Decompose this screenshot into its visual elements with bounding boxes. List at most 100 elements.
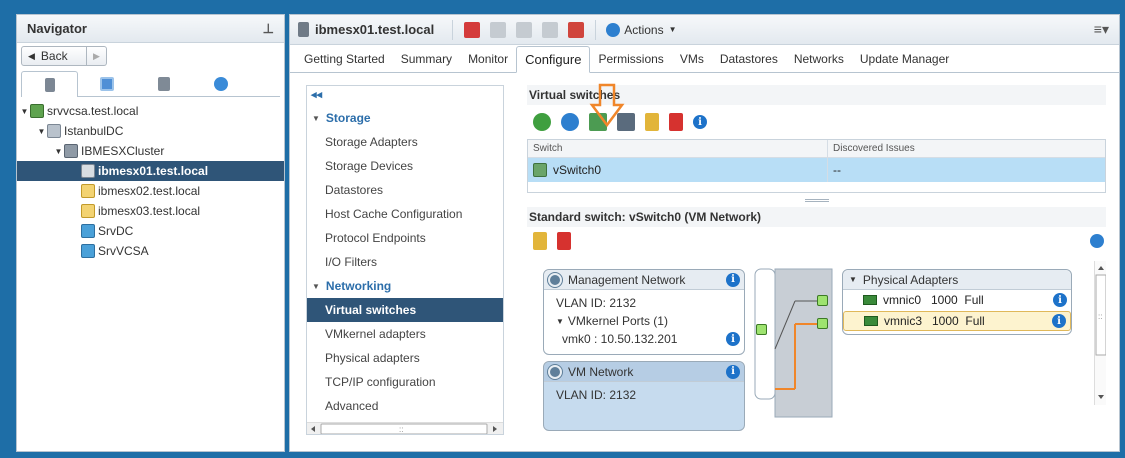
topology-vertical-scrollbar[interactable]: :: — [1094, 261, 1106, 405]
tree-item[interactable]: ibmesx01.test.local — [17, 161, 284, 181]
tree-expand-icon[interactable]: ▼ — [36, 127, 47, 136]
info-icon[interactable]: i — [1052, 314, 1066, 328]
actions-menu[interactable]: Actions ▼ — [606, 22, 677, 37]
pane-splitter[interactable] — [527, 193, 1106, 207]
menu-item-advanced[interactable]: Advanced — [307, 394, 503, 418]
vlan-id: VLAN ID: 2132 — [556, 296, 637, 310]
menu-item-tcp-ip-configuration[interactable]: TCP/IP configuration — [307, 370, 503, 394]
new-vm-icon[interactable] — [464, 21, 481, 38]
remove-x-icon[interactable] — [669, 113, 683, 131]
panel-menu-icon[interactable]: ≡▾ — [1094, 21, 1109, 38]
nic-row-vmnic0[interactable]: vmnic0 1000 Full i — [843, 290, 1071, 310]
tab-networking[interactable] — [192, 71, 249, 96]
tab-hosts-clusters[interactable] — [21, 71, 78, 97]
tab-summary[interactable]: Summary — [393, 46, 460, 72]
tree-item[interactable]: ibmesx02.test.local — [17, 181, 284, 201]
menu-section-storage[interactable]: ▼ Storage — [307, 106, 503, 130]
menu-item-vmkernel-adapters[interactable]: VMkernel adapters — [307, 322, 503, 346]
exit-maintenance-icon[interactable] — [542, 21, 559, 38]
toolbar-separator — [452, 19, 454, 40]
vmkernel-ports-label: VMkernel Ports (1) — [567, 314, 668, 328]
back-button[interactable]: ◀ Back — [21, 46, 87, 66]
pin-icon[interactable]: ⊥ — [263, 21, 274, 37]
tab-vms-templates[interactable] — [78, 71, 135, 96]
menu-item-protocol-endpoints[interactable]: Protocol Endpoints — [307, 226, 503, 250]
info-icon[interactable]: i — [693, 115, 707, 129]
uplink-port — [817, 295, 828, 306]
tree-item-label: ibmesx03.test.local — [98, 204, 201, 218]
edit-pencil-icon[interactable] — [533, 232, 547, 250]
collapse-menu-icon[interactable]: ◂◂ — [307, 86, 503, 106]
menu-section-networking[interactable]: ▼ Networking — [307, 274, 503, 298]
menu-item-virtual-switches[interactable]: Virtual switches — [307, 298, 503, 322]
deploy-ovf-icon[interactable] — [490, 21, 507, 38]
table-header: Switch Discovered Issues — [528, 140, 1105, 158]
table-row[interactable]: vSwitch0 -- — [528, 158, 1105, 182]
back-arrow-icon: ◀ — [28, 50, 35, 61]
settings-menu-horizontal-scrollbar[interactable]: :: — [307, 422, 503, 434]
tree-item[interactable]: SrvVCSA — [17, 241, 284, 261]
chevron-down-icon: ▼ — [312, 113, 320, 123]
column-header-issues[interactable]: Discovered Issues — [828, 140, 1105, 157]
remove-x-icon[interactable] — [557, 232, 571, 250]
tree-item[interactable]: ▼ srvvcsa.test.local — [17, 101, 284, 121]
tab-storage[interactable] — [135, 71, 192, 96]
menu-item-i-o-filters[interactable]: I/O Filters — [307, 250, 503, 274]
tab-update-manager[interactable]: Update Manager — [852, 46, 957, 72]
tree-expand-icon[interactable]: ▼ — [19, 107, 30, 116]
reboot-host-icon[interactable] — [568, 21, 585, 38]
switch-name: vSwitch0 — [553, 163, 602, 177]
tab-networks[interactable]: Networks — [786, 46, 852, 72]
tree-item-label: IstanbulDC — [64, 124, 124, 138]
info-icon[interactable]: i — [726, 364, 740, 379]
add-networking-icon[interactable] — [533, 113, 551, 131]
collapse-icon: ▼ — [849, 275, 857, 284]
storage-icon — [157, 77, 170, 91]
cluster-icon — [64, 144, 78, 158]
menu-item-storage-adapters[interactable]: Storage Adapters — [307, 130, 503, 154]
info-icon[interactable]: i — [1053, 293, 1067, 307]
nic-row-vmnic3[interactable]: vmnic3 1000 Full i — [843, 311, 1071, 331]
edit-pencil-icon[interactable] — [645, 113, 659, 131]
tree-item[interactable]: ibmesx03.test.local — [17, 201, 284, 221]
tab-vms[interactable]: VMs — [672, 46, 712, 72]
info-icon[interactable]: i — [726, 332, 740, 346]
menu-item-host-cache-configuration[interactable]: Host Cache Configuration — [307, 202, 503, 226]
menu-item-datastores[interactable]: Datastores — [307, 178, 503, 202]
tree-item[interactable]: SrvDC — [17, 221, 284, 241]
column-header-switch[interactable]: Switch — [528, 140, 828, 157]
tree-item-label: IBMESXCluster — [81, 144, 165, 158]
menu-item-physical-adapters[interactable]: Physical adapters — [307, 346, 503, 370]
refresh-icon[interactable] — [561, 113, 579, 131]
navigator-header: Navigator ⊥ — [17, 15, 284, 43]
info-icon[interactable]: i — [726, 272, 740, 287]
vmk-adapter[interactable]: vmk0 : 10.50.132.201 i — [544, 330, 744, 348]
virtual-switches-content: Virtual switches i Switch Discovered Iss… — [527, 85, 1106, 440]
vmkernel-ports[interactable]: ▼ VMkernel Ports (1) — [544, 312, 744, 330]
nic-label: vmnic0 1000 Full — [883, 293, 984, 307]
forward-button[interactable]: ▶ — [87, 46, 107, 66]
portgroup-header: Management Network i — [544, 270, 744, 290]
tab-monitor[interactable]: Monitor — [460, 46, 516, 72]
uplink-port — [817, 318, 828, 329]
svg-text:::: :: — [399, 425, 403, 434]
standard-switch-toolbar — [527, 227, 1106, 255]
enter-maintenance-icon[interactable] — [516, 21, 533, 38]
tree-item[interactable]: ▼ IstanbulDC — [17, 121, 284, 141]
management-network-portgroup[interactable]: Management Network i VLAN ID: 2132 ▼ VMke… — [543, 269, 745, 355]
menu-item-storage-devices[interactable]: Storage Devices — [307, 154, 503, 178]
topology-scrollbar-graphic: :: — [1095, 266, 1106, 399]
tree-expand-icon[interactable]: ▼ — [53, 147, 64, 156]
tab-getting-started[interactable]: Getting Started — [296, 46, 393, 72]
chevron-down-icon: ▼ — [668, 25, 677, 34]
expand-icon: ▼ — [556, 316, 564, 326]
main-panel: ibmesx01.test.local Actions ▼ ≡▾ Getting… — [289, 14, 1120, 452]
tab-permissions[interactable]: Permissions — [590, 46, 671, 72]
tree-item[interactable]: ▼ IBMESXCluster — [17, 141, 284, 161]
refresh-icon[interactable] — [1090, 234, 1104, 248]
settings-menu-list: ▼ Storage Storage Adapters Storage Devices D… — [307, 106, 503, 418]
menu-section-label: Storage — [325, 111, 371, 125]
tab-datastores[interactable]: Datastores — [712, 46, 786, 72]
vm-network-portgroup[interactable]: VM Network i VLAN ID: 2132 — [543, 361, 745, 431]
tab-configure[interactable]: Configure — [516, 46, 591, 73]
